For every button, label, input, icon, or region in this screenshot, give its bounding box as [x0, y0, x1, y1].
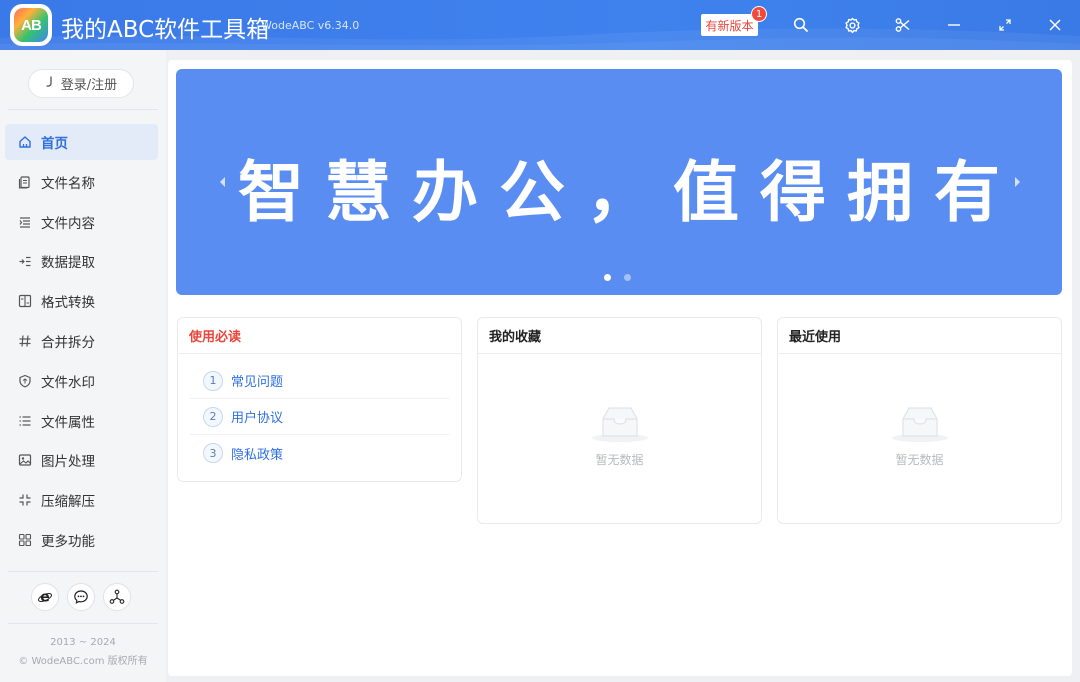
sidebar-item-label: 首页: [41, 136, 68, 152]
banner-carousel[interactable]: 智慧办公，值得拥有: [176, 69, 1062, 295]
scissors-icon[interactable]: [891, 13, 915, 37]
guide-item-label: 用户协议: [231, 411, 284, 426]
login-register-button[interactable]: 登录/注册: [28, 69, 134, 98]
sidebar-item-label: 文件名称: [41, 175, 95, 192]
title-bar: AB 我的ABC软件工具箱 WodeABC v6.34.0 有新版本 1: [0, 0, 1080, 50]
app-title: 我的ABC软件工具箱: [61, 17, 270, 43]
banner-dot-1[interactable]: [604, 274, 611, 281]
main-panel: 智慧办公，值得拥有 使用必读 1 常见问题 2 用户协议 3 隐私政策 我的收藏…: [168, 60, 1072, 676]
guide-item-number: 1: [203, 370, 223, 391]
banner-dot-2[interactable]: [624, 274, 631, 281]
watermark-icon: [18, 374, 32, 388]
guide-item-label: 常见问题: [231, 375, 284, 390]
browser-icon[interactable]: e: [31, 583, 59, 611]
copyright-years: 2013 ~ 2024: [50, 637, 116, 648]
sidebar-item-label: 文件内容: [41, 215, 95, 232]
copyright-text: © WodeABC.com 版权所有: [18, 656, 148, 667]
more-functions-icon: [18, 533, 32, 547]
recent-empty-text: 暂无数据: [895, 453, 944, 467]
banner-slogan: 智慧办公，值得拥有: [238, 154, 1021, 231]
fullscreen-icon[interactable]: [993, 13, 1017, 37]
sidebar-item-data-extract[interactable]: 数据提取: [5, 243, 158, 279]
sidebar-divider-bottom: [8, 571, 158, 572]
guide-item-label: 隐私政策: [231, 447, 284, 463]
file-properties-icon: [18, 414, 32, 428]
data-extract-icon: [18, 254, 32, 268]
sidebar-item-format-convert[interactable]: 格式转换: [5, 283, 158, 319]
guide-card: 使用必读 1 常见问题 2 用户协议 3 隐私政策: [177, 317, 462, 482]
sidebar-divider-footer: [8, 623, 158, 624]
chat-icon[interactable]: [67, 583, 95, 611]
recent-empty-state: 暂无数据: [778, 404, 1061, 468]
settings-icon[interactable]: [840, 13, 864, 37]
empty-inbox-icon: [891, 407, 948, 442]
app-logo-mark: AB: [14, 8, 48, 42]
sidebar-item-label: 压缩解压: [41, 494, 95, 511]
recent-card: 最近使用 暂无数据: [777, 317, 1062, 524]
file-content-icon: [18, 215, 32, 229]
format-convert-icon: [18, 294, 32, 308]
new-version-button[interactable]: 有新版本: [701, 14, 758, 36]
sidebar-item-watermark[interactable]: 文件水印: [5, 363, 158, 399]
favorites-card: 我的收藏 暂无数据: [477, 317, 762, 524]
guide-item-user-agreement[interactable]: 2 用户协议: [190, 399, 449, 435]
sidebar-item-label: 文件属性: [41, 414, 95, 431]
sidebar-item-merge-split[interactable]: 合并拆分: [5, 323, 158, 359]
sidebar-item-image[interactable]: 图片处理: [5, 442, 158, 478]
banner-pagination: [604, 274, 631, 281]
user-icon: [45, 75, 55, 92]
sidebar-divider-top: [8, 109, 158, 110]
sidebar-item-label: 合并拆分: [41, 334, 95, 351]
close-icon[interactable]: [1043, 13, 1067, 37]
favorites-card-title: 我的收藏: [478, 318, 761, 354]
app-version: WodeABC v6.34.0: [261, 19, 360, 32]
guide-item-number: 2: [203, 406, 223, 427]
new-version-badge: 1: [751, 6, 767, 22]
sidebar-item-file-content[interactable]: 文件内容: [5, 204, 158, 240]
sidebar-item-home[interactable]: 首页: [5, 124, 158, 160]
search-icon[interactable]: [789, 13, 813, 37]
sidebar-item-compress[interactable]: 压缩解压: [5, 482, 158, 518]
guide-item-privacy-policy[interactable]: 3 隐私政策: [190, 435, 449, 471]
sidebar-item-file-name[interactable]: 文件名称: [5, 164, 158, 200]
sidebar-item-file-properties[interactable]: 文件属性: [5, 403, 158, 439]
sidebar-item-label: 图片处理: [41, 454, 95, 471]
favorites-empty-text: 暂无数据: [595, 453, 644, 467]
guide-item-faq[interactable]: 1 常见问题: [190, 363, 449, 399]
home-icon: [18, 135, 32, 149]
guide-card-title: 使用必读: [178, 318, 461, 354]
file-name-icon: [18, 175, 32, 189]
login-register-label: 登录/注册: [60, 78, 118, 93]
recent-card-title: 最近使用: [778, 318, 1061, 354]
sidebar: 登录/注册 首页 文件名称 文件内容 数据提取 格式转换 合并拆分 文件水印 文…: [0, 50, 166, 682]
sidebar-item-label: 格式转换: [41, 295, 95, 312]
image-icon: [18, 453, 32, 467]
sidebar-item-more-functions[interactable]: 更多功能: [5, 522, 158, 558]
sidebar-item-label: 文件水印: [41, 374, 95, 391]
favorites-empty-state: 暂无数据: [478, 404, 761, 468]
merge-split-icon: [18, 334, 32, 348]
sidebar-item-label: 数据提取: [41, 255, 95, 272]
guide-item-number: 3: [203, 443, 223, 463]
minimize-icon[interactable]: [942, 13, 966, 37]
banner-next-arrow-icon[interactable]: [1010, 174, 1024, 190]
app-logo: AB: [10, 4, 52, 46]
share-network-icon[interactable]: [103, 583, 131, 611]
compress-icon: [18, 493, 32, 507]
empty-inbox-icon: [591, 407, 648, 442]
sidebar-nav: 首页 文件名称 文件内容 数据提取 格式转换 合并拆分 文件水印 文件属性 图片…: [5, 124, 158, 562]
svg-text:e: e: [40, 590, 50, 606]
sidebar-item-label: 更多功能: [41, 533, 95, 550]
guide-list: 1 常见问题 2 用户协议 3 隐私政策: [178, 354, 461, 471]
